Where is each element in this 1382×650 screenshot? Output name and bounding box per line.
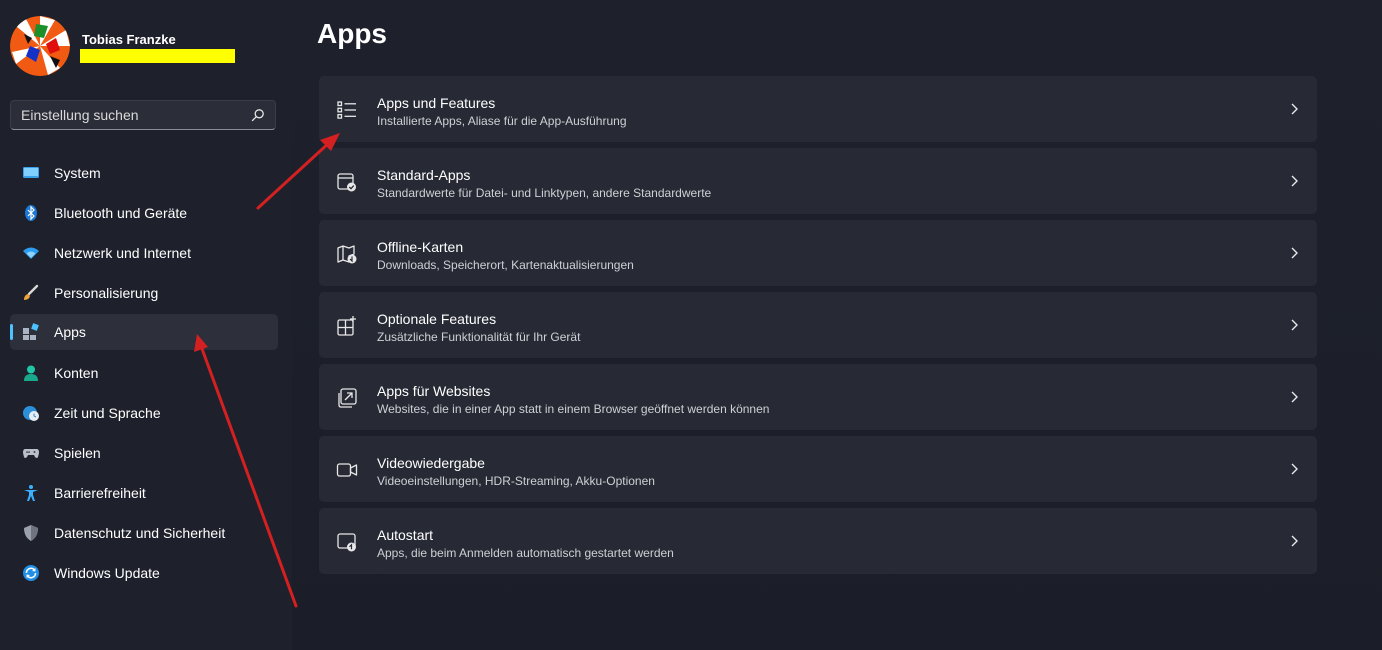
sidebar-item-label: Netzwerk und Internet (54, 245, 191, 261)
redacted-email (80, 49, 235, 63)
card-subtitle: Videoeinstellungen, HDR-Streaming, Akku-… (377, 474, 655, 488)
globe-clock-icon (23, 406, 39, 421)
card-subtitle: Standardwerte für Datei- und Linktypen, … (377, 186, 712, 200)
monitor-icon (23, 167, 39, 178)
sidebar-item-label: System (54, 165, 101, 181)
card-title: Optionale Features (377, 311, 497, 327)
card-title: Videowiedergabe (377, 455, 485, 471)
open-in-app-icon (338, 388, 357, 408)
sidebar: Tobias Franzke System Bluetooth und Gerä… (0, 0, 292, 650)
chevron-right-icon (1291, 175, 1298, 187)
card-title: Apps für Websites (377, 383, 491, 399)
default-apps-icon (337, 173, 356, 192)
sidebar-item-gaming[interactable]: Spielen (10, 435, 278, 471)
sidebar-item-network[interactable]: Netzwerk und Internet (10, 235, 278, 271)
update-icon (23, 565, 39, 581)
card-title: Apps und Features (377, 95, 496, 111)
sidebar-item-label: Bluetooth und Geräte (54, 205, 188, 221)
card-subtitle: Installierte Apps, Aliase für die App-Au… (377, 114, 627, 128)
card-subtitle: Downloads, Speicherort, Kartenaktualisie… (377, 258, 634, 272)
sidebar-item-personalization[interactable]: Personalisierung (10, 275, 278, 311)
list-icon (337, 101, 356, 119)
video-icon (336, 463, 358, 477)
gamepad-icon (23, 449, 39, 458)
sidebar-item-system[interactable]: System (10, 155, 278, 191)
page-title: Apps (317, 18, 387, 49)
card-title: Offline-Karten (377, 239, 464, 255)
active-indicator (10, 324, 13, 340)
wifi-icon (23, 247, 39, 259)
chevron-right-icon (1291, 247, 1298, 259)
chevron-right-icon (1291, 463, 1298, 475)
search-box[interactable] (10, 100, 276, 130)
card-apps-features[interactable]: Apps und Features Installierte Apps, Ali… (319, 76, 1317, 142)
bluetooth-icon (25, 205, 37, 221)
person-icon (24, 365, 38, 381)
sidebar-item-label: Datenschutz und Sicherheit (54, 525, 226, 541)
card-video-playback[interactable]: Videowiedergabe Videoeinstellungen, HDR-… (319, 436, 1317, 502)
avatar[interactable] (10, 16, 70, 76)
chevron-right-icon (1291, 391, 1298, 403)
chevron-right-icon (1291, 535, 1298, 547)
sidebar-item-apps[interactable]: Apps (10, 314, 278, 350)
sidebar-item-label: Barrierefreiheit (54, 485, 146, 501)
card-offline-maps[interactable]: Offline-Karten Downloads, Speicherort, K… (319, 220, 1317, 286)
card-subtitle: Apps, die beim Anmelden automatisch gest… (377, 546, 674, 560)
map-download-icon (337, 245, 357, 264)
card-title: Autostart (377, 527, 434, 543)
card-apps-for-websites[interactable]: Apps für Websites Websites, die in einer… (319, 364, 1317, 430)
main-content: Apps Apps und Features Installierte Apps… (292, 0, 1382, 650)
sidebar-item-accounts[interactable]: Konten (10, 355, 278, 391)
sidebar-item-label: Windows Update (54, 565, 160, 581)
card-subtitle: Websites, die in einer App statt in eine… (377, 402, 770, 416)
card-subtitle: Zusätzliche Funktionalität für Ihr Gerät (377, 330, 581, 344)
sidebar-item-accessibility[interactable]: Barrierefreiheit (10, 475, 278, 511)
sidebar-item-label: Zeit und Sprache (54, 405, 161, 421)
brush-icon (24, 284, 39, 300)
card-autostart[interactable]: Autostart Apps, die beim Anmelden automa… (319, 508, 1317, 574)
card-title: Standard-Apps (377, 167, 471, 183)
sidebar-item-bluetooth[interactable]: Bluetooth und Geräte (10, 195, 278, 231)
sidebar-item-label: Konten (54, 365, 99, 381)
startup-icon (337, 533, 356, 552)
chevron-right-icon (1291, 103, 1298, 115)
chevron-right-icon (1291, 319, 1298, 331)
sidebar-item-label: Apps (54, 324, 86, 340)
search-icon[interactable] (251, 108, 265, 122)
user-name: Tobias Franzke (82, 32, 176, 47)
apps-icon (23, 323, 39, 340)
shield-icon (24, 525, 38, 541)
sidebar-item-time-language[interactable]: Zeit und Sprache (10, 395, 278, 431)
sidebar-item-label: Personalisierung (54, 285, 159, 301)
accessibility-icon (24, 485, 38, 501)
sidebar-item-windows-update[interactable]: Windows Update (10, 555, 278, 591)
avatar-image (10, 16, 70, 76)
search-input[interactable] (21, 101, 241, 129)
card-optional-features[interactable]: Optionale Features Zusätzliche Funktiona… (319, 292, 1317, 358)
sidebar-item-privacy[interactable]: Datenschutz und Sicherheit (10, 515, 278, 551)
card-default-apps[interactable]: Standard-Apps Standardwerte für Datei- u… (319, 148, 1317, 214)
add-grid-icon (337, 316, 356, 336)
sidebar-item-label: Spielen (54, 445, 101, 461)
